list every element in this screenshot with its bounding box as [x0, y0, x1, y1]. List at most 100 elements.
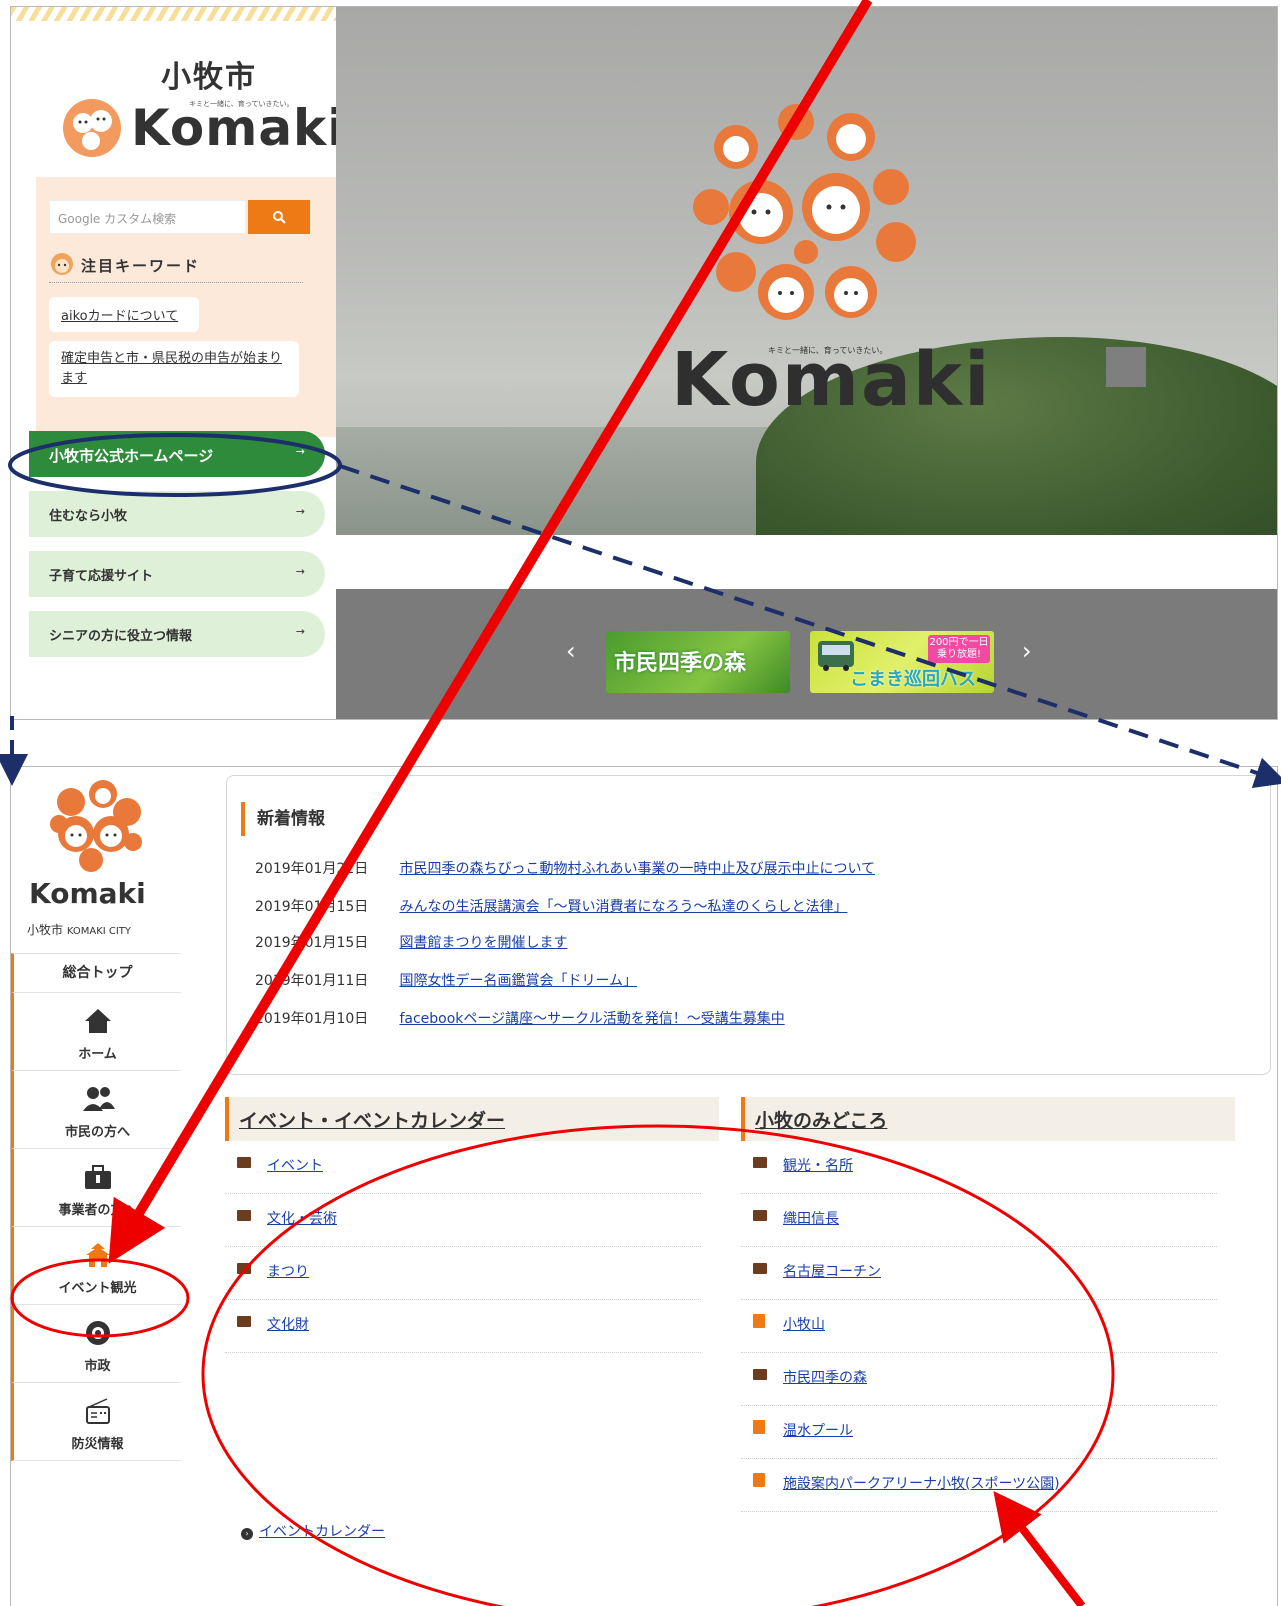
castle-icon: [14, 1241, 181, 1271]
banner-forest-text: 市民四季の森: [614, 651, 747, 676]
keyword-link[interactable]: 確定申告と市・県民税の申告が始まります: [61, 351, 282, 386]
sights-link[interactable]: 温水プール: [783, 1420, 853, 1440]
sights-link[interactable]: 小牧山: [783, 1314, 825, 1334]
sights-item[interactable]: 名古屋コーチン: [741, 1247, 1217, 1300]
nav-label: 小牧市公式ホームページ: [49, 447, 214, 465]
news-item: 2019年01月10日 facebookページ講座～サークル活動を発信！～受講生…: [255, 1008, 785, 1028]
home-icon: [14, 1007, 181, 1037]
sights-link[interactable]: 織田信長: [783, 1208, 839, 1228]
menu-home[interactable]: ホーム: [11, 993, 181, 1071]
bus-price-tag: 200円で一日乗り放題!: [928, 635, 990, 663]
events-link[interactable]: まつり: [267, 1261, 309, 1281]
events-link[interactable]: イベント: [267, 1155, 323, 1175]
logo-faces-icon: [63, 99, 121, 157]
news-link[interactable]: みんなの生活展講演会「～賢い消費者になろう～私達のくらしと法律」: [399, 899, 847, 915]
news-link[interactable]: 国際女性デー名画鑑賞会「ドリーム」: [399, 973, 637, 989]
bottom-sidebar: Komaki 小牧市 KOMAKI CITY 総合トップ ホーム 市民の方へ 事…: [11, 767, 181, 1467]
banner-carousel: ‹ 市民四季の森 200円で一日乗り放題! こまき巡回バス ›: [336, 589, 1277, 719]
keyword-item[interactable]: 確定申告と市・県民税の申告が始まります: [49, 341, 299, 397]
event-calendar-link[interactable]: › イベントカレンダー: [241, 1521, 385, 1541]
news-link[interactable]: 図書館まつりを開催します: [399, 935, 567, 951]
nav-live-in-komaki[interactable]: 住むなら小牧 →: [29, 491, 325, 537]
sights-item[interactable]: 温水プール: [741, 1406, 1217, 1459]
banner-bus-text: こまき巡回バス: [850, 669, 976, 690]
nav-senior-info[interactable]: シニアの方に役立つ情報 →: [29, 611, 325, 657]
nav-official-homepage[interactable]: 小牧市公式ホームページ →: [29, 431, 325, 477]
sights-item[interactable]: 織田信長: [741, 1194, 1217, 1247]
events-item[interactable]: まつり: [225, 1247, 701, 1300]
hero-logo-faces-icon: [693, 104, 916, 320]
events-item[interactable]: イベント: [225, 1141, 701, 1194]
folder-icon: [753, 1210, 767, 1221]
banner-forest[interactable]: 市民四季の森: [606, 631, 790, 693]
menu-citizens[interactable]: 市民の方へ: [11, 1071, 181, 1149]
menu-label: 市民の方へ: [64, 1125, 130, 1140]
logo-tagline: キミと一緒に、育っていきたい。: [189, 100, 294, 108]
news-link[interactable]: facebookページ講座～サークル活動を発信！～受講生募集中: [399, 1011, 784, 1027]
search-icon: [273, 211, 286, 224]
menu-business[interactable]: 事業者の方へ: [11, 1149, 181, 1227]
folder-icon: [237, 1210, 251, 1221]
people-icon: [14, 1085, 181, 1115]
nav-label: シニアの方に役立つ情報: [49, 629, 193, 644]
events-section-heading: イベント・イベントカレンダー: [225, 1097, 719, 1141]
nav-childcare-support[interactable]: 子育て応援サイト →: [29, 551, 325, 597]
menu-disaster-info[interactable]: 防災情報: [11, 1383, 181, 1461]
sights-item[interactable]: 市民四季の森: [741, 1353, 1217, 1406]
menu-label: 市政: [84, 1359, 111, 1374]
sights-link[interactable]: 観光・名所: [783, 1155, 853, 1175]
menu-city-government[interactable]: 市政: [11, 1305, 181, 1383]
top-screenshot: 小牧市 Komaki キミと一緒に、育っていきたい。 Google カスタム検索: [10, 6, 1278, 720]
menu-label: イベント観光: [58, 1281, 137, 1296]
arrow-right-icon: →: [295, 445, 305, 458]
search-input[interactable]: Google カスタム検索: [49, 200, 246, 234]
sights-item[interactable]: 施設案内パークアリーナ小牧(スポーツ公園): [741, 1459, 1217, 1512]
menu-general-top[interactable]: 総合トップ: [11, 953, 181, 993]
sights-link[interactable]: 名古屋コーチン: [783, 1261, 881, 1281]
folder-icon: [753, 1263, 767, 1274]
sights-item[interactable]: 観光・名所: [741, 1141, 1217, 1194]
calendar-link-text[interactable]: イベントカレンダー: [259, 1524, 385, 1540]
keyword-item[interactable]: aikoカードについて: [49, 297, 199, 332]
folder-icon: [237, 1263, 251, 1274]
events-title[interactable]: イベント・イベントカレンダー: [239, 1106, 505, 1133]
news-item: 2019年01月15日 図書館まつりを開催します: [255, 932, 567, 952]
top-sidebar: 小牧市 Komaki キミと一緒に、育っていきたい。 Google カスタム検索: [11, 7, 344, 719]
events-item[interactable]: 文化・芸術: [225, 1194, 701, 1247]
komaki-logo[interactable]: Komaki キミと一緒に、育っていきたい。: [61, 97, 344, 157]
hero-image: Komaki キミと一緒に、育っていきたい。: [336, 7, 1277, 535]
banner-bus[interactable]: 200円で一日乗り放題! こまき巡回バス: [810, 631, 994, 693]
sights-link[interactable]: 施設案内パークアリーナ小牧(スポーツ公園): [783, 1473, 1060, 1493]
news-link[interactable]: 市民四季の森ちびっこ動物村ふれあい事業の一時中止及び展示中止について: [399, 861, 875, 877]
menu-events-tourism[interactable]: イベント観光: [11, 1227, 181, 1305]
nav-label: 住むなら小牧: [49, 509, 128, 524]
carousel-prev-button[interactable]: ‹: [566, 637, 576, 665]
events-item[interactable]: 文化財: [225, 1300, 701, 1353]
sights-section-heading: 小牧のみどころ: [741, 1097, 1235, 1141]
city-name-en: KOMAKI CITY: [66, 926, 132, 937]
hero-tagline: キミと一緒に、育っていきたい。: [768, 346, 888, 355]
menu-label: ホーム: [78, 1047, 117, 1062]
events-link[interactable]: 文化・芸術: [267, 1208, 337, 1228]
news-heading: 新着情報: [241, 802, 325, 836]
folder-icon: [237, 1316, 251, 1327]
keyword-title: 注目キーワード: [81, 257, 201, 275]
nav-label: 子育て応援サイト: [49, 569, 154, 584]
menu-label: 総合トップ: [62, 965, 133, 981]
logo-faces-icon: [50, 780, 142, 872]
news-date: 2019年01月15日: [255, 935, 369, 951]
sights-item[interactable]: 小牧山: [741, 1300, 1217, 1353]
carousel-next-button[interactable]: ›: [1022, 637, 1032, 665]
events-link[interactable]: 文化財: [267, 1314, 309, 1334]
news-date: 2019年01月15日: [255, 899, 369, 915]
news-date: 2019年01月11日: [255, 973, 369, 989]
search-button[interactable]: [248, 200, 310, 234]
document-icon: [753, 1420, 765, 1434]
news-date: 2019年01月22日: [255, 861, 369, 877]
sights-title[interactable]: 小牧のみどころ: [755, 1106, 887, 1133]
briefcase-icon: [14, 1163, 181, 1193]
keyword-link[interactable]: aikoカードについて: [61, 309, 178, 324]
folder-icon: [237, 1157, 251, 1168]
folder-icon: [753, 1157, 767, 1168]
sights-link[interactable]: 市民四季の森: [783, 1367, 867, 1387]
